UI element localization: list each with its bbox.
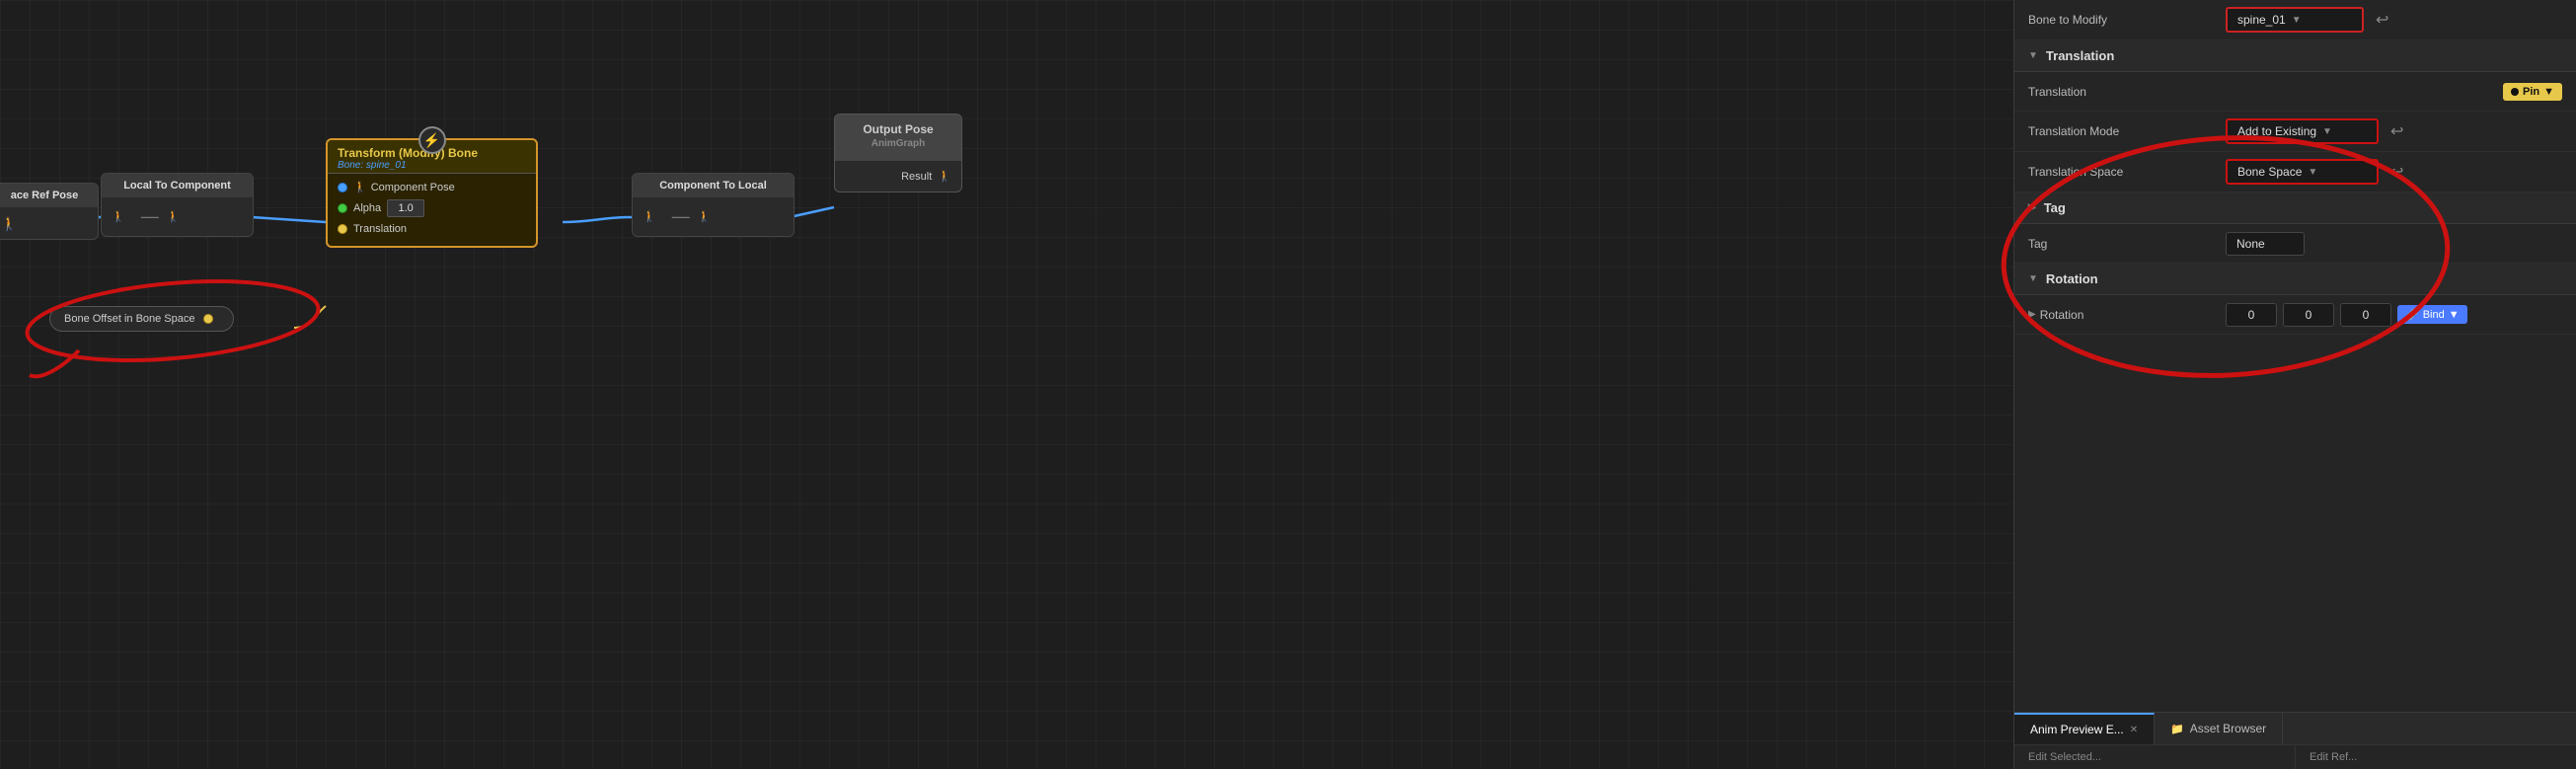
asset-browser-icon: 📁 [2170,723,2184,735]
edit-ref-text: Edit Ref... [2296,745,2576,769]
connections-svg [0,0,2013,769]
tag-value: None [2226,232,2305,256]
tag-section-header[interactable]: ▶ Tag [2014,192,2576,224]
tab-close-icon[interactable]: ✕ [2130,725,2138,735]
bind-icon: 🔗 [2405,308,2419,321]
bone-to-modify-control: spine_01 ▼ ↩ [2226,7,2562,33]
person-icon: 🚶 [1,216,15,230]
result-pin: Result 🚶 [845,167,951,186]
edit-selected-text: Edit Selected... [2014,745,2296,769]
rotation-expand-icon: ▶ [2028,309,2036,320]
ctl-pins: 🚶 — 🚶 [643,203,784,230]
translation-mode-label: Translation Mode [2028,124,2226,138]
translation-pin: Translation [338,220,526,238]
bottom-tabs: Anim Preview E... ✕ 📁 Asset Browser [2014,712,2576,744]
output-pose-node[interactable]: Output Pose AnimGraph Result 🚶 [834,114,962,192]
right-panel: Bone to Modify spine_01 ▼ ↩ ▼ Translatio… [2013,0,2576,769]
space-ref-pose-header: ace Ref Pose [0,184,98,207]
local-to-component-node[interactable]: Local To Component 🚶 — 🚶 [101,173,254,237]
pin-icon [2511,88,2519,96]
rotation-row: ▶ Rotation 🔗 Bind ▼ [2014,295,2576,335]
translation-label: Translation [2028,85,2226,99]
rotation-control: 🔗 Bind ▼ [2226,303,2562,327]
rotation-section-header[interactable]: ▼ Rotation [2014,264,2576,295]
bone-to-modify-row: Bone to Modify spine_01 ▼ ↩ [2014,0,2576,40]
bone-to-modify-label: Bone to Modify [2028,13,2226,27]
rotation-x-input[interactable] [2226,303,2277,327]
bone-to-modify-reset-button[interactable]: ↩ [2370,8,2394,32]
translation-space-control: Bone Space ▼ ↩ [2226,159,2562,185]
rotation-label: ▶ Rotation [2028,308,2226,322]
component-to-local-node[interactable]: Component To Local 🚶 — 🚶 [632,173,795,237]
transform-bone-node[interactable]: ⚡ Transform (Modify) Bone Bone: spine_01… [326,138,538,248]
translation-section-header[interactable]: ▼ Translation [2014,40,2576,72]
translation-mode-reset-button[interactable]: ↩ [2385,119,2409,143]
rotation-z-input[interactable] [2340,303,2391,327]
rotation-collapse-icon: ▼ [2028,273,2038,284]
lightning-icon: ⚡ [418,126,446,154]
translation-space-dropdown[interactable]: Bone Space ▼ [2226,159,2379,185]
bottom-bar: Edit Selected... Edit Ref... [2014,744,2576,769]
rotation-y-input[interactable] [2283,303,2334,327]
translation-space-row: Translation Space Bone Space ▼ ↩ [2014,152,2576,192]
ltc-pins: 🚶 — 🚶 [112,203,243,230]
translation-row: Translation Pin ▼ [2014,72,2576,112]
space-ref-pose-output-pin: 🚶 [1,213,88,233]
component-pose-pin: 🚶 Component Pose [338,178,526,196]
pin-chevron-icon: ▼ [2543,86,2554,98]
bone-to-modify-dropdown[interactable]: spine_01 ▼ [2226,7,2364,33]
bone-offset-output-pin [203,314,213,324]
translation-space-reset-button[interactable]: ↩ [2385,160,2409,184]
component-to-local-header: Component To Local [633,174,794,197]
node-graph-canvas[interactable]: ace Ref Pose 🚶 Local To Component 🚶 — 🚶 … [0,0,2013,769]
translation-mode-dropdown[interactable]: Add to Existing ▼ [2226,118,2379,144]
translation-mode-row: Translation Mode Add to Existing ▼ ↩ [2014,112,2576,152]
bind-chevron-icon: ▼ [2449,309,2460,321]
tag-row: Tag None [2014,224,2576,264]
local-to-component-header: Local To Component [102,174,253,197]
bone-offset-node[interactable]: Bone Offset in Bone Space [49,306,234,332]
tag-collapse-icon: ▶ [2028,202,2036,213]
translation-pin-button[interactable]: Pin ▼ [2503,83,2562,101]
translation-mode-control: Add to Existing ▼ ↩ [2226,118,2562,144]
alpha-input[interactable] [387,199,424,217]
chevron-down-icon: ▼ [2292,15,2302,26]
rotation-bind-button[interactable]: 🔗 Bind ▼ [2397,305,2467,324]
tag-control: None [2226,232,2562,256]
translation-mode-chevron-icon: ▼ [2322,126,2332,137]
space-ref-pose-node[interactable]: ace Ref Pose 🚶 [0,183,99,240]
translation-collapse-icon: ▼ [2028,50,2038,61]
tab-asset-browser[interactable]: 📁 Asset Browser [2155,713,2283,744]
translation-space-chevron-icon: ▼ [2308,167,2317,178]
tab-anim-preview[interactable]: Anim Preview E... ✕ [2014,713,2155,744]
alpha-pin[interactable]: Alpha [338,196,526,220]
translation-control: Pin ▼ [2226,83,2562,101]
output-pose-header: Output Pose AnimGraph [835,115,961,161]
tag-label: Tag [2028,237,2226,251]
translation-space-label: Translation Space [2028,165,2226,179]
